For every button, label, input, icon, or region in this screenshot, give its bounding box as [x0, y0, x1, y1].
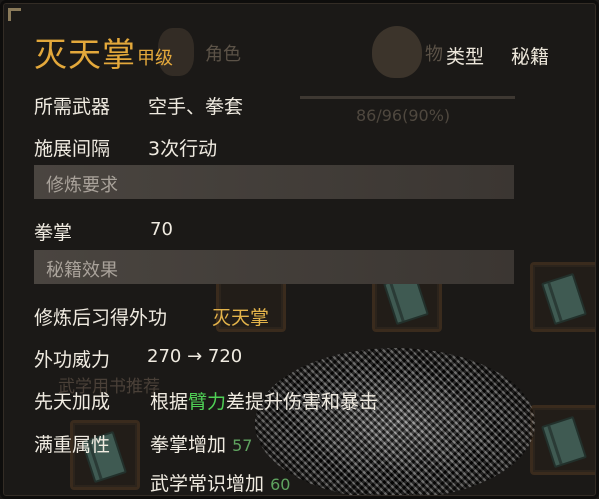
item-title: 灭天掌 [34, 35, 136, 74]
requirement-value: 70 [150, 219, 173, 240]
weapon-label: 所需武器 [34, 96, 111, 118]
requirements-section-title: 修炼要求 [46, 175, 118, 196]
power-label: 外功威力 [34, 349, 111, 371]
interval-value: 3次行动 [148, 138, 218, 160]
requirement-label: 拳掌 [34, 222, 73, 244]
interval-label: 施展间隔 [34, 138, 111, 160]
full-attr-line2-name: 武学常识增加 [150, 473, 265, 495]
power-value: 270 → 720 [147, 346, 243, 367]
innate-label: 先天加成 [34, 391, 111, 413]
full-attr-line2-value: 60 [270, 475, 291, 494]
learn-value: 灭天掌 [212, 307, 270, 329]
corner-ornament [8, 8, 21, 21]
item-tooltip: 灭天掌 甲级 类型 秘籍 所需武器 空手、拳套 施展间隔 3次行动 修炼要求 拳… [0, 0, 599, 499]
effects-section-header: 秘籍效果 [34, 250, 514, 284]
innate-prefix: 根据 [150, 391, 189, 413]
innate-attribute: 臂力 [188, 391, 227, 413]
full-attr-line2: 武学常识增加 60 [150, 469, 290, 496]
weapon-value: 空手、拳套 [148, 96, 244, 118]
full-attr-line1: 拳掌增加 57 [150, 430, 252, 457]
innate-text: 根据臂力差提升伤害和暴击 [150, 387, 378, 414]
type-value: 秘籍 [511, 46, 550, 68]
requirements-section-header: 修炼要求 [34, 165, 514, 199]
effects-section-title: 秘籍效果 [46, 260, 118, 281]
full-attr-line1-value: 57 [232, 436, 253, 455]
innate-suffix: 差提升伤害和暴击 [226, 391, 379, 413]
full-attr-label: 满重属性 [34, 434, 111, 456]
type-label: 类型 [446, 46, 485, 68]
full-attr-line1-name: 拳掌增加 [150, 434, 227, 456]
item-grade: 甲级 [137, 48, 173, 69]
learn-label: 修炼后习得外功 [34, 307, 168, 329]
